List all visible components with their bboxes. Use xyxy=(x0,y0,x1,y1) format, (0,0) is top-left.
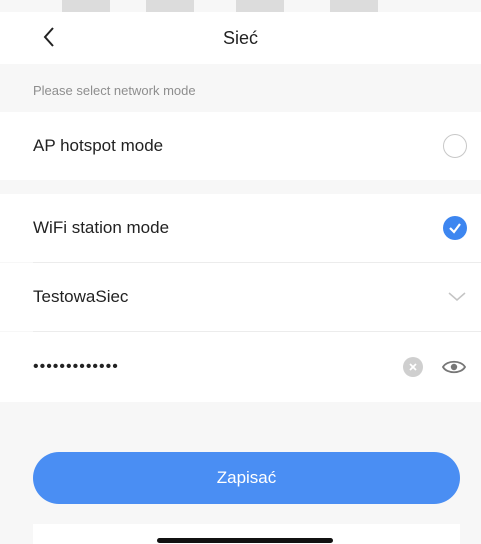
back-arrow-icon xyxy=(43,27,54,47)
ssid-value: TestowaSiec xyxy=(33,287,129,306)
page-title: Sieć xyxy=(222,27,258,48)
check-icon xyxy=(449,223,461,234)
ap-hotspot-mode-label: AP hotspot mode xyxy=(33,136,164,155)
password-field[interactable]: ••••••••••••• xyxy=(0,332,481,402)
back-button[interactable] xyxy=(34,22,64,52)
wifi-station-mode-label: WiFi station mode xyxy=(33,218,170,237)
status-strip xyxy=(0,0,481,12)
clear-icon[interactable] xyxy=(403,357,423,377)
ssid-select[interactable]: TestowaSiec xyxy=(0,263,481,331)
top-bar: Sieć xyxy=(0,12,481,64)
save-button[interactable]: Zapisać xyxy=(33,452,460,504)
eye-icon[interactable] xyxy=(441,357,467,377)
wifi-station-radio[interactable] xyxy=(443,216,467,240)
chevron-down-icon xyxy=(447,287,467,307)
ap-hotspot-mode-option[interactable]: AP hotspot mode xyxy=(0,112,481,180)
wifi-station-mode-option[interactable]: WiFi station mode xyxy=(0,194,481,262)
home-indicator xyxy=(157,538,333,543)
ap-hotspot-radio[interactable] xyxy=(443,134,467,158)
password-input[interactable]: ••••••••••••• xyxy=(33,358,403,376)
section-label: Please select network mode xyxy=(33,83,196,98)
